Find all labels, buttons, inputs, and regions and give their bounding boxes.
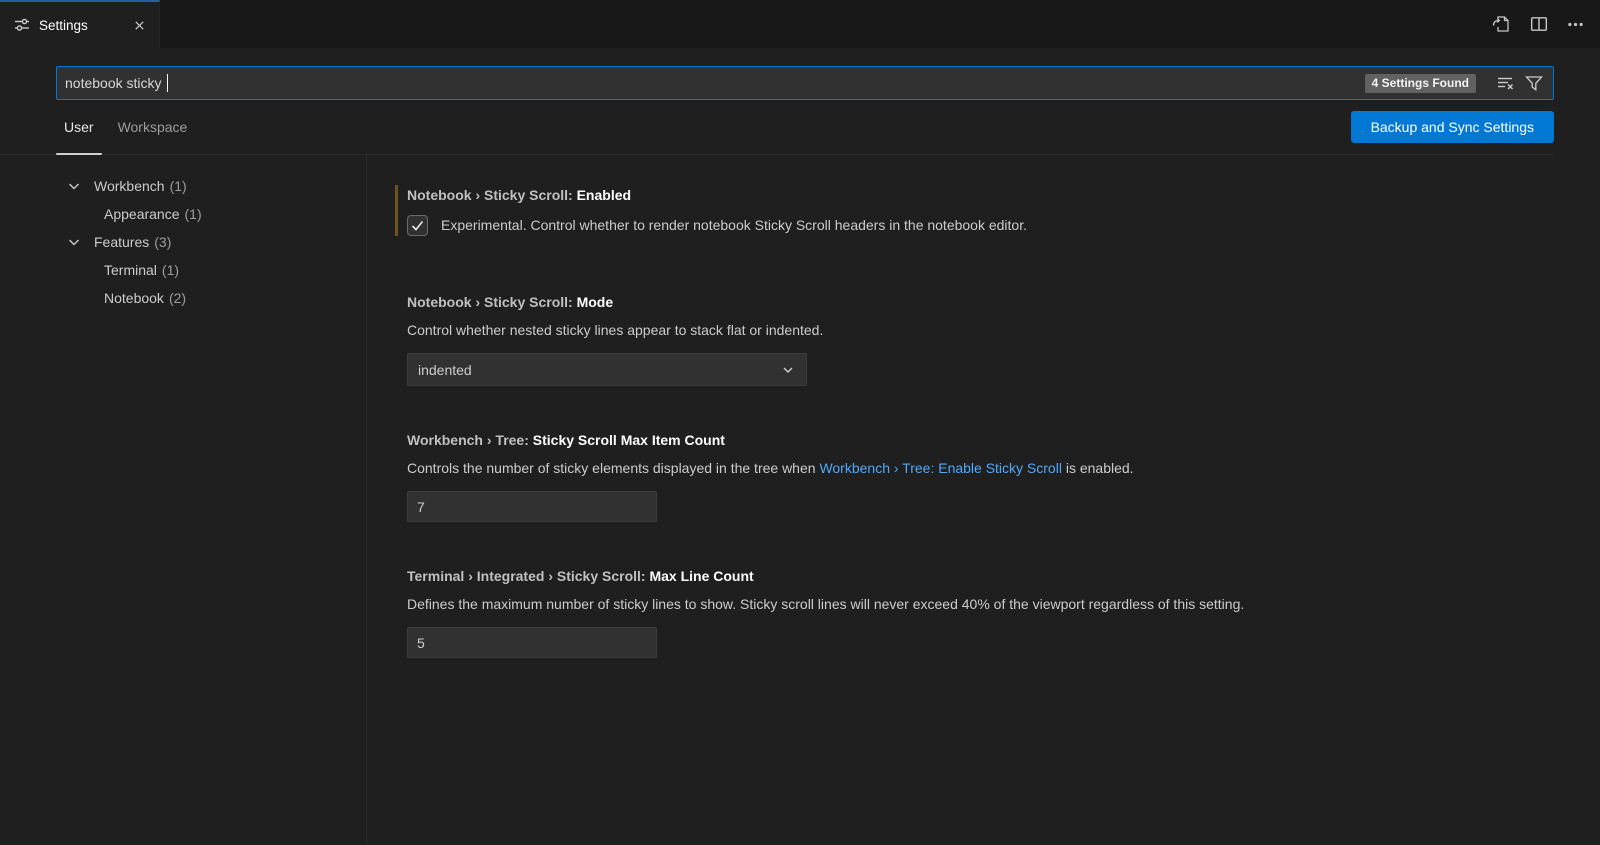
setting-terminal-sticky-scroll-max-line-count: Terminal › Integrated › Sticky Scroll: M…: [395, 566, 1560, 658]
setting-description: Controls the number of sticky elements d…: [407, 459, 1560, 478]
chevron-down-icon: [780, 362, 796, 378]
split-editor-icon[interactable]: [1530, 15, 1548, 33]
max-line-count-input[interactable]: [407, 627, 657, 658]
settings-header-row: User Workspace Backup and Sync Settings: [0, 100, 1554, 155]
search-row: notebook sticky 4 Settings Found: [0, 48, 1600, 100]
settings-search-input[interactable]: notebook sticky 4 Settings Found: [56, 66, 1554, 100]
setting-title: Terminal › Integrated › Sticky Scroll: M…: [407, 566, 1560, 586]
chevron-down-icon[interactable]: [66, 178, 82, 194]
toc-label: Features: [94, 234, 149, 250]
text-caret: [167, 74, 169, 92]
setting-description: Defines the maximum number of sticky lin…: [407, 595, 1560, 614]
settings-list: Notebook › Sticky Scroll: Enabled Experi…: [367, 155, 1600, 845]
toc-count: (1): [185, 206, 202, 222]
mode-select-dropdown[interactable]: indented: [407, 353, 807, 386]
toc-item-notebook[interactable]: Notebook (2): [0, 284, 366, 312]
search-query-text: notebook sticky: [65, 75, 162, 91]
toc-count: (1): [170, 178, 187, 194]
tab-workspace[interactable]: Workspace: [110, 100, 196, 154]
toc-label: Terminal: [104, 262, 157, 278]
selected-option: indented: [418, 362, 472, 378]
toc-item-features[interactable]: Features (3): [0, 228, 366, 256]
toc-item-workbench[interactable]: Workbench (1): [0, 172, 366, 200]
toc-label: Notebook: [104, 290, 164, 306]
enable-sticky-scroll-link[interactable]: Workbench › Tree: Enable Sticky Scroll: [819, 460, 1062, 476]
chevron-down-icon[interactable]: [66, 234, 82, 250]
setting-notebook-sticky-scroll-mode: Notebook › Sticky Scroll: Mode Control w…: [395, 292, 1560, 386]
more-actions-icon[interactable]: [1567, 16, 1584, 33]
toc-item-terminal[interactable]: Terminal (1): [0, 256, 366, 284]
editor-tabbar: Settings: [0, 0, 1600, 48]
clear-filters-icon[interactable]: [1495, 73, 1516, 93]
toc-count: (1): [162, 262, 179, 278]
setting-notebook-sticky-scroll-enabled: Notebook › Sticky Scroll: Enabled Experi…: [395, 185, 1560, 236]
open-settings-json-icon[interactable]: [1491, 14, 1511, 34]
setting-title: Notebook › Sticky Scroll: Mode: [407, 292, 1560, 312]
enabled-checkbox[interactable]: [407, 215, 428, 236]
toc-count: (2): [169, 290, 186, 306]
filter-icon[interactable]: [1523, 73, 1545, 94]
setting-title: Notebook › Sticky Scroll: Enabled: [407, 185, 1560, 205]
settings-sliders-icon: [14, 17, 30, 33]
settings-body: Workbench (1) Appearance (1) Features (3…: [0, 155, 1600, 845]
settings-toc: Workbench (1) Appearance (1) Features (3…: [0, 155, 367, 845]
close-icon[interactable]: [130, 16, 149, 35]
toc-label: Workbench: [94, 178, 165, 194]
tab-settings[interactable]: Settings: [0, 0, 160, 48]
toc-item-appearance[interactable]: Appearance (1): [0, 200, 366, 228]
backup-sync-button[interactable]: Backup and Sync Settings: [1351, 111, 1554, 143]
setting-description: Experimental. Control whether to render …: [441, 216, 1027, 235]
tab-title: Settings: [39, 18, 88, 33]
setting-description: Control whether nested sticky lines appe…: [407, 321, 1560, 340]
toc-label: Appearance: [104, 206, 180, 222]
max-item-count-input[interactable]: [407, 491, 657, 522]
toc-count: (3): [154, 234, 171, 250]
setting-title: Workbench › Tree: Sticky Scroll Max Item…: [407, 430, 1560, 450]
editor-actions: [1491, 0, 1584, 48]
tab-user[interactable]: User: [56, 100, 102, 154]
results-count-badge: 4 Settings Found: [1365, 74, 1476, 93]
setting-tree-sticky-scroll-max-item-count: Workbench › Tree: Sticky Scroll Max Item…: [395, 430, 1560, 522]
